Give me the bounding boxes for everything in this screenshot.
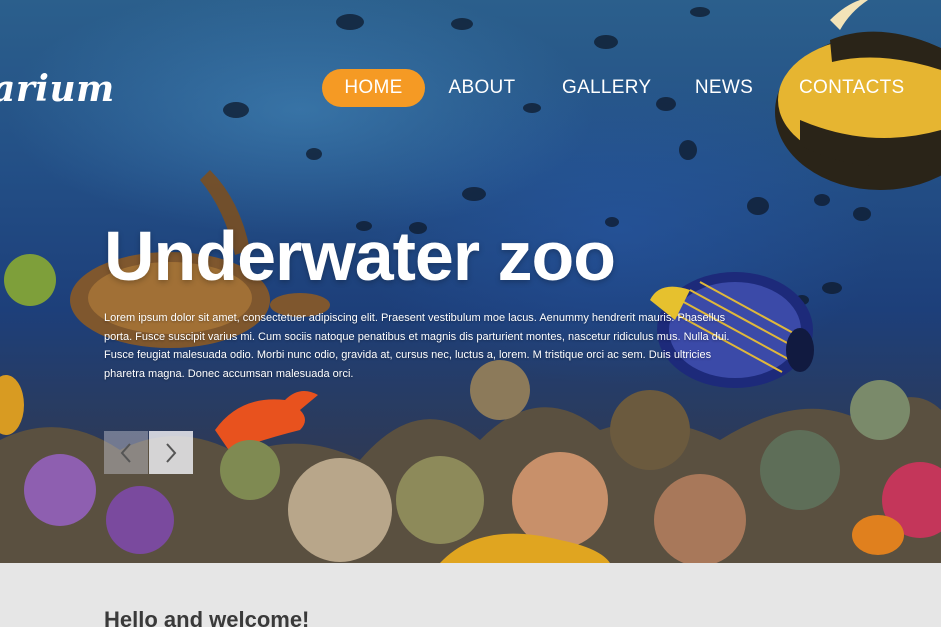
nav-home[interactable]: HOME bbox=[322, 69, 425, 107]
hero-title: Underwater zoo bbox=[104, 217, 616, 295]
site-logo[interactable]: arium bbox=[0, 68, 115, 110]
hero-description: Lorem ipsum dolor sit amet, consectetuer… bbox=[104, 312, 730, 380]
chevron-left-icon bbox=[120, 442, 131, 463]
slider-prev-button[interactable] bbox=[104, 431, 148, 474]
nav-about[interactable]: ABOUT bbox=[448, 69, 516, 107]
chevron-right-icon bbox=[166, 442, 177, 463]
welcome-title: Hello and welcome! bbox=[104, 607, 310, 627]
nav-gallery[interactable]: GALLERY bbox=[562, 69, 651, 107]
slider-next-button[interactable] bbox=[149, 431, 193, 474]
welcome-section: Hello and welcome! bbox=[0, 563, 941, 627]
hero-slider: arium HOME ABOUT GALLERY NEWS CONTACTS U… bbox=[0, 0, 941, 563]
nav-news[interactable]: NEWS bbox=[694, 69, 754, 107]
nav-contacts[interactable]: CONTACTS bbox=[799, 69, 904, 107]
